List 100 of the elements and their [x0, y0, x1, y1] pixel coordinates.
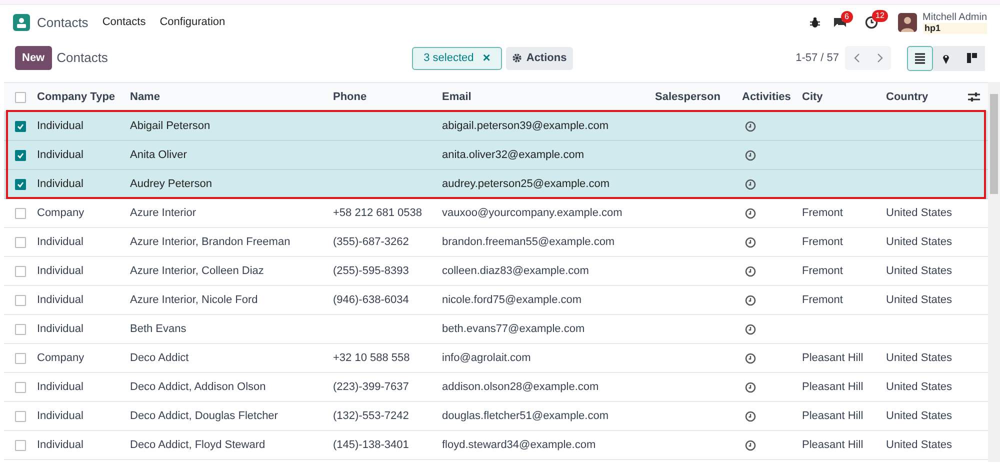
kanban-icon: [966, 52, 978, 64]
table-cell: Pleasant Hill: [802, 438, 864, 451]
checkbox[interactable]: [15, 324, 26, 334]
selection-count: 3 selected: [424, 50, 474, 66]
table-cell: Deco Addict, Douglas Fletcher: [130, 410, 278, 422]
checkbox[interactable]: [15, 382, 26, 392]
table-cell: Individual: [37, 120, 84, 132]
settings-sliders-icon[interactable]: [968, 92, 980, 102]
table-cell: floyd.steward34@example.com: [442, 438, 596, 451]
checkbox[interactable]: [15, 150, 26, 160]
clock-icon[interactable]: [864, 16, 878, 29]
table-cell: colleen.diaz83@example.com: [442, 264, 589, 277]
gear-icon: [512, 53, 522, 63]
checkbox[interactable]: [15, 410, 26, 422]
table-cell: United States: [886, 264, 952, 277]
table-cell: +58 212 681 0538: [333, 206, 422, 219]
table-cell: audrey.peterson25@example.com: [442, 178, 610, 190]
checkbox[interactable]: [15, 294, 26, 306]
table-cell: United States: [886, 294, 952, 306]
table-cell: United States: [886, 236, 952, 248]
table-cell: Azure Interior, Nicole Ford: [130, 294, 258, 306]
clock-icon[interactable]: [745, 150, 756, 160]
app-title: Contacts: [37, 14, 88, 32]
table-cell: Abigail Peterson: [130, 120, 210, 132]
table-cell: Individual: [37, 178, 84, 190]
clock-icon[interactable]: [745, 236, 756, 248]
table-cell: Fremont: [802, 294, 843, 306]
list-icon: [914, 52, 926, 64]
clock-icon[interactable]: [745, 324, 756, 334]
table-cell: (145)-138-3401: [333, 438, 409, 451]
table-cell: Azure Interior: [130, 206, 196, 219]
checkbox[interactable]: [15, 208, 26, 218]
table-cell: Individual: [37, 236, 84, 248]
clear-selection-button[interactable]: ×: [482, 48, 490, 68]
column-header[interactable]: City: [802, 88, 886, 106]
clock-icon[interactable]: [745, 178, 756, 190]
table-cell: Deco Addict, Addison Olson: [130, 380, 266, 393]
table-cell: (355)-687-3262: [333, 236, 409, 248]
checkbox[interactable]: [15, 92, 26, 102]
column-header[interactable]: Company Type: [37, 88, 130, 106]
table-cell: United States: [886, 352, 952, 364]
clock-icon[interactable]: [745, 266, 756, 276]
table-cell: United States: [886, 380, 952, 393]
menu-item[interactable]: Configuration: [160, 14, 226, 31]
table-cell: douglas.fletcher51@example.com: [442, 410, 608, 422]
menu-item[interactable]: Contacts: [102, 14, 146, 31]
table-cell: (223)-399-7637: [333, 380, 409, 393]
map-view-button[interactable]: [933, 46, 959, 70]
table-cell: Audrey Peterson: [130, 178, 212, 190]
kanban-view-button[interactable]: [959, 46, 985, 70]
company-name: hp1: [922, 22, 987, 34]
column-header[interactable]: Email: [442, 88, 655, 106]
clock-icon[interactable]: [745, 440, 756, 450]
table-cell: +32 10 588 558: [333, 352, 410, 364]
clock-icon[interactable]: [745, 410, 756, 422]
pager: 1-57 / 57: [796, 50, 839, 66]
table-cell: Individual: [37, 438, 84, 451]
notification-badge: 12: [872, 10, 888, 22]
checkbox[interactable]: [15, 440, 26, 450]
app-logo-icon[interactable]: [13, 14, 30, 31]
table-cell: Fremont: [802, 206, 843, 219]
table-cell: addison.olson28@example.com: [442, 380, 599, 393]
table-cell: Individual: [37, 294, 84, 306]
column-header[interactable]: Phone: [333, 88, 442, 106]
clock-icon[interactable]: [745, 382, 756, 392]
column-header[interactable]: Salesperson: [655, 88, 742, 106]
bug-icon[interactable]: [810, 17, 820, 28]
chevron-left-icon: [854, 53, 860, 63]
breadcrumb: Contacts: [56, 49, 109, 68]
actions-button[interactable]: Actions: [506, 46, 573, 70]
checkbox[interactable]: [15, 178, 26, 190]
table-cell: Individual: [37, 380, 84, 393]
clock-icon[interactable]: [745, 294, 756, 306]
chevron-right-icon: [876, 53, 882, 63]
table-cell: United States: [886, 206, 952, 219]
table-cell: Azure Interior, Brandon Freeman: [130, 236, 290, 248]
table-cell: brandon.freeman55@example.com: [442, 236, 615, 248]
checkbox[interactable]: [15, 352, 26, 364]
clock-icon[interactable]: [745, 352, 756, 364]
checkbox[interactable]: [15, 120, 26, 132]
table-cell: Company: [37, 352, 84, 364]
column-header[interactable]: Activities: [742, 88, 802, 106]
list-view-button[interactable]: [907, 46, 933, 70]
table-cell: Fremont: [802, 264, 843, 277]
checkbox[interactable]: [15, 236, 26, 248]
table-cell: United States: [886, 410, 952, 422]
table-cell: info@agrolait.com: [442, 352, 531, 364]
table-cell: Pleasant Hill: [802, 380, 864, 393]
user-name: Mitchell Admin: [922, 12, 987, 22]
column-header[interactable]: Name: [130, 88, 333, 106]
table-cell: (946)-638-6034: [333, 294, 409, 306]
table-cell: Anita Oliver: [130, 148, 187, 161]
clock-icon[interactable]: [745, 120, 756, 132]
checkbox[interactable]: [15, 266, 26, 276]
table-cell: Beth Evans: [130, 322, 186, 335]
new-button[interactable]: New: [15, 46, 52, 70]
column-header[interactable]: Country: [886, 88, 966, 106]
table-cell: Individual: [37, 410, 84, 422]
clock-icon[interactable]: [745, 208, 756, 218]
user-avatar[interactable]: [898, 13, 917, 32]
